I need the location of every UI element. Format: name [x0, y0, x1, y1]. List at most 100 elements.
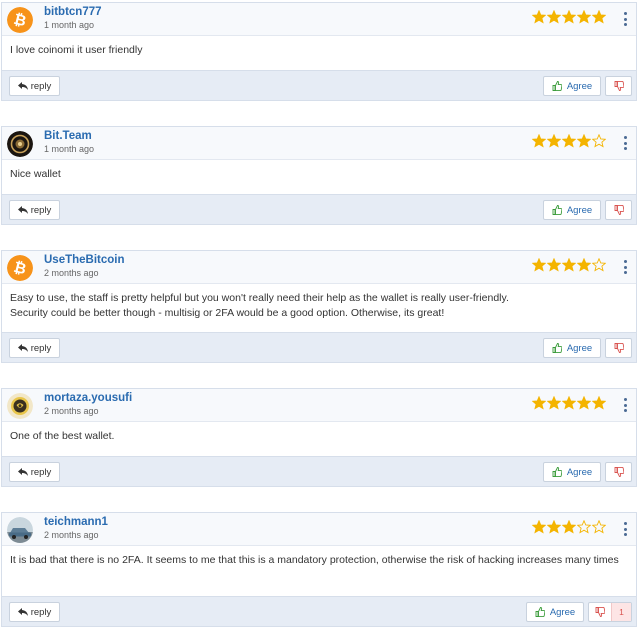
star-empty-icon [577, 520, 591, 534]
agree-button[interactable]: Agree [543, 76, 601, 96]
review-card: ₿ bitbtcn777 1 month ago I love coinomi … [1, 2, 637, 101]
star-filled-icon [532, 258, 546, 272]
review-text: It is bad that there is no 2FA. It seems… [10, 554, 619, 566]
reply-icon [17, 82, 28, 90]
agree-label: Agree [566, 204, 593, 216]
reply-label: reply [30, 466, 52, 478]
review-text: I love coinomi it user friendly [10, 44, 143, 56]
review-username[interactable]: bitbtcn777 [44, 6, 102, 18]
reply-icon [17, 608, 28, 616]
reply-icon [17, 468, 28, 476]
thumbs-down-icon [614, 81, 624, 91]
reply-icon [17, 206, 28, 214]
more-options-icon[interactable] [623, 136, 627, 150]
review-username[interactable]: Bit.Team [44, 130, 92, 142]
review-header: ₿ bitbtcn777 1 month ago [2, 3, 636, 36]
star-filled-icon [547, 10, 561, 24]
disagree-button[interactable] [605, 76, 632, 96]
review-card: ₿ UseTheBitcoin 2 months ago Easy to use… [1, 250, 637, 363]
reply-button[interactable]: reply [9, 200, 60, 220]
review-time: 1 month ago [44, 144, 95, 154]
star-empty-icon [592, 258, 606, 272]
more-options-icon[interactable] [623, 522, 627, 536]
star-filled-icon [532, 134, 546, 148]
star-rating [532, 134, 606, 148]
thumbs-up-icon [552, 343, 562, 353]
review-text: One of the best wallet. [10, 430, 115, 442]
review-text: Nice wallet [10, 168, 61, 180]
star-filled-icon [532, 10, 546, 24]
bit-team-logo-icon[interactable] [7, 131, 33, 157]
review-footer: reply Agree 1 [2, 596, 636, 626]
review-username[interactable]: mortaza.yousufi [44, 392, 132, 404]
reply-label: reply [30, 80, 52, 92]
thumbs-up-icon [552, 205, 562, 215]
reply-label: reply [30, 204, 52, 216]
more-options-icon[interactable] [623, 398, 627, 412]
thumbs-down-icon [614, 467, 624, 477]
review-time: 2 months ago [44, 268, 99, 278]
thumbs-down-icon [589, 607, 611, 617]
more-options-icon[interactable] [623, 260, 627, 274]
thumbs-up-icon [535, 607, 545, 617]
star-filled-icon [562, 134, 576, 148]
reply-button[interactable]: reply [9, 338, 60, 358]
disagree-button[interactable] [605, 200, 632, 220]
thumbs-down-icon [614, 343, 624, 353]
thumbs-down-icon [614, 205, 624, 215]
agree-label: Agree [566, 80, 593, 92]
star-empty-icon [592, 134, 606, 148]
star-filled-icon [547, 258, 561, 272]
reply-button[interactable]: reply [9, 76, 60, 96]
reply-icon [17, 344, 28, 352]
bitcoin-logo-icon[interactable]: ₿ [7, 255, 33, 281]
disagree-button[interactable] [605, 462, 632, 482]
star-filled-icon [577, 134, 591, 148]
star-filled-icon [532, 396, 546, 410]
review-footer: reply Agree [2, 456, 636, 486]
star-rating [532, 396, 606, 410]
thumbs-up-icon [552, 81, 562, 91]
review-header: teichmann1 2 months ago [2, 513, 636, 546]
agree-button[interactable]: Agree [543, 462, 601, 482]
agree-label: Agree [566, 342, 593, 354]
star-filled-icon [577, 10, 591, 24]
star-rating [532, 258, 606, 272]
agree-label: Agree [549, 606, 576, 618]
review-time: 1 month ago [44, 20, 95, 30]
agree-button[interactable]: Agree [543, 200, 601, 220]
review-card: mortaza.yousufi 2 months ago One of the … [1, 388, 637, 487]
review-footer: reply Agree [2, 70, 636, 100]
thumbs-up-icon [552, 467, 562, 477]
review-header: mortaza.yousufi 2 months ago [2, 389, 636, 422]
emblem-avatar-icon[interactable] [7, 393, 33, 419]
more-options-icon[interactable] [623, 12, 627, 26]
star-filled-icon [562, 520, 576, 534]
bitcoin-logo-icon[interactable]: ₿ [7, 7, 33, 33]
agree-button[interactable]: Agree [543, 338, 601, 358]
star-filled-icon [532, 520, 546, 534]
review-header: ₿ UseTheBitcoin 2 months ago [2, 251, 636, 284]
disagree-button[interactable] [605, 338, 632, 358]
star-filled-icon [592, 396, 606, 410]
review-header: Bit.Team 1 month ago [2, 127, 636, 160]
disagree-button[interactable]: 1 [588, 602, 632, 622]
star-filled-icon [562, 396, 576, 410]
review-time: 2 months ago [44, 530, 99, 540]
review-username[interactable]: teichmann1 [44, 516, 108, 528]
car-photo-avatar-icon[interactable] [7, 517, 33, 543]
agree-button[interactable]: Agree [526, 602, 584, 622]
star-filled-icon [547, 134, 561, 148]
agree-label: Agree [566, 466, 593, 478]
review-text: Easy to use, the staff is pretty helpful… [10, 292, 509, 319]
star-empty-icon [592, 520, 606, 534]
reply-button[interactable]: reply [9, 602, 60, 622]
reply-label: reply [30, 606, 52, 618]
star-filled-icon [577, 258, 591, 272]
reply-button[interactable]: reply [9, 462, 60, 482]
star-filled-icon [547, 520, 561, 534]
review-username[interactable]: UseTheBitcoin [44, 254, 125, 266]
star-filled-icon [562, 258, 576, 272]
star-filled-icon [592, 10, 606, 24]
star-filled-icon [547, 396, 561, 410]
